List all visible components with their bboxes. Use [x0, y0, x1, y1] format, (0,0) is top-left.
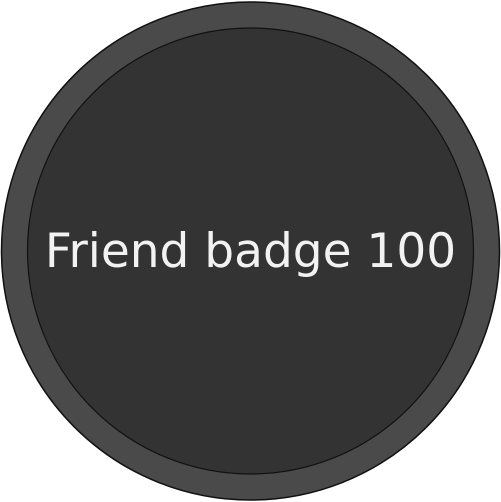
badge-canvas: Friend badge 100	[0, 0, 501, 502]
friend-badge	[0, 0, 501, 502]
badge-graphic	[0, 1, 501, 501]
badge-inner-disc	[26, 27, 475, 475]
